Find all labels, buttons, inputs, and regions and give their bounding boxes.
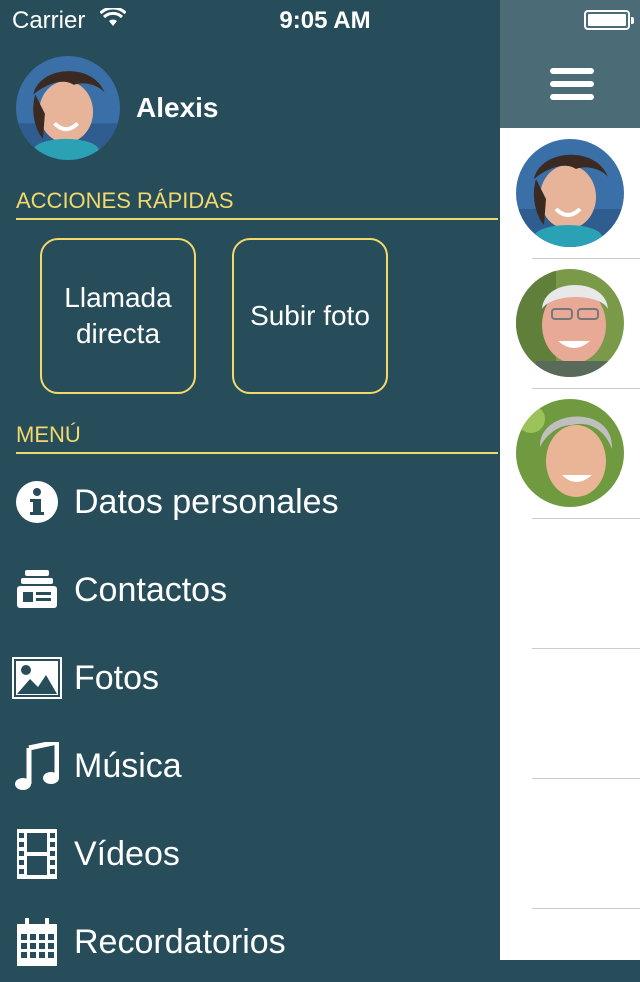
menu-item-music[interactable]: Música	[12, 726, 492, 806]
menu-item-videos[interactable]: Vídeos	[12, 814, 492, 894]
direct-call-button[interactable]: Llamada directa	[40, 238, 196, 394]
info-icon	[12, 477, 62, 527]
clock: 9:05 AM	[279, 7, 371, 34]
main-content-panel	[500, 0, 640, 960]
contacts-icon	[12, 565, 62, 615]
contact-row[interactable]	[532, 649, 640, 779]
contact-row[interactable]	[516, 129, 640, 259]
menu-item-label: Fotos	[74, 658, 160, 697]
avatar	[516, 139, 624, 247]
quick-actions-title: ACCIONES RÁPIDAS	[16, 188, 498, 220]
status-bar: Carrier 9:05 AM	[0, 0, 640, 40]
contact-row[interactable]	[516, 389, 640, 519]
menu-item-label: Recordatorios	[74, 922, 286, 961]
menu-title: MENÚ	[16, 422, 498, 454]
hamburger-menu-icon[interactable]	[550, 68, 594, 100]
upload-photo-button[interactable]: Subir foto	[232, 238, 388, 394]
avatar	[516, 399, 624, 507]
contact-row[interactable]	[532, 519, 640, 649]
menu-item-label: Datos personales	[74, 482, 339, 521]
profile-name: Alexis	[136, 92, 219, 123]
menu-item-label: Música	[74, 746, 182, 785]
avatar	[516, 269, 624, 377]
menu-item-label: Contactos	[74, 570, 228, 609]
film-icon	[12, 829, 62, 879]
menu-item-reminders[interactable]: Recordatorios	[12, 902, 492, 982]
music-icon	[12, 741, 62, 791]
direct-call-label-line2: directa	[75, 318, 161, 349]
menu-item-contacts[interactable]: Contactos	[12, 550, 492, 630]
direct-call-label-line1: Llamada	[64, 282, 172, 313]
battery-icon	[584, 10, 634, 30]
photo-icon	[12, 653, 62, 703]
menu-item-personal-data[interactable]: Datos personales	[12, 462, 492, 542]
contact-row[interactable]	[516, 259, 640, 389]
menu-item-label: Vídeos	[74, 834, 180, 873]
contact-row[interactable]	[532, 779, 640, 909]
menu-item-photos[interactable]: Fotos	[12, 638, 492, 718]
avatar	[16, 56, 120, 160]
upload-photo-label: Subir foto	[250, 300, 370, 331]
